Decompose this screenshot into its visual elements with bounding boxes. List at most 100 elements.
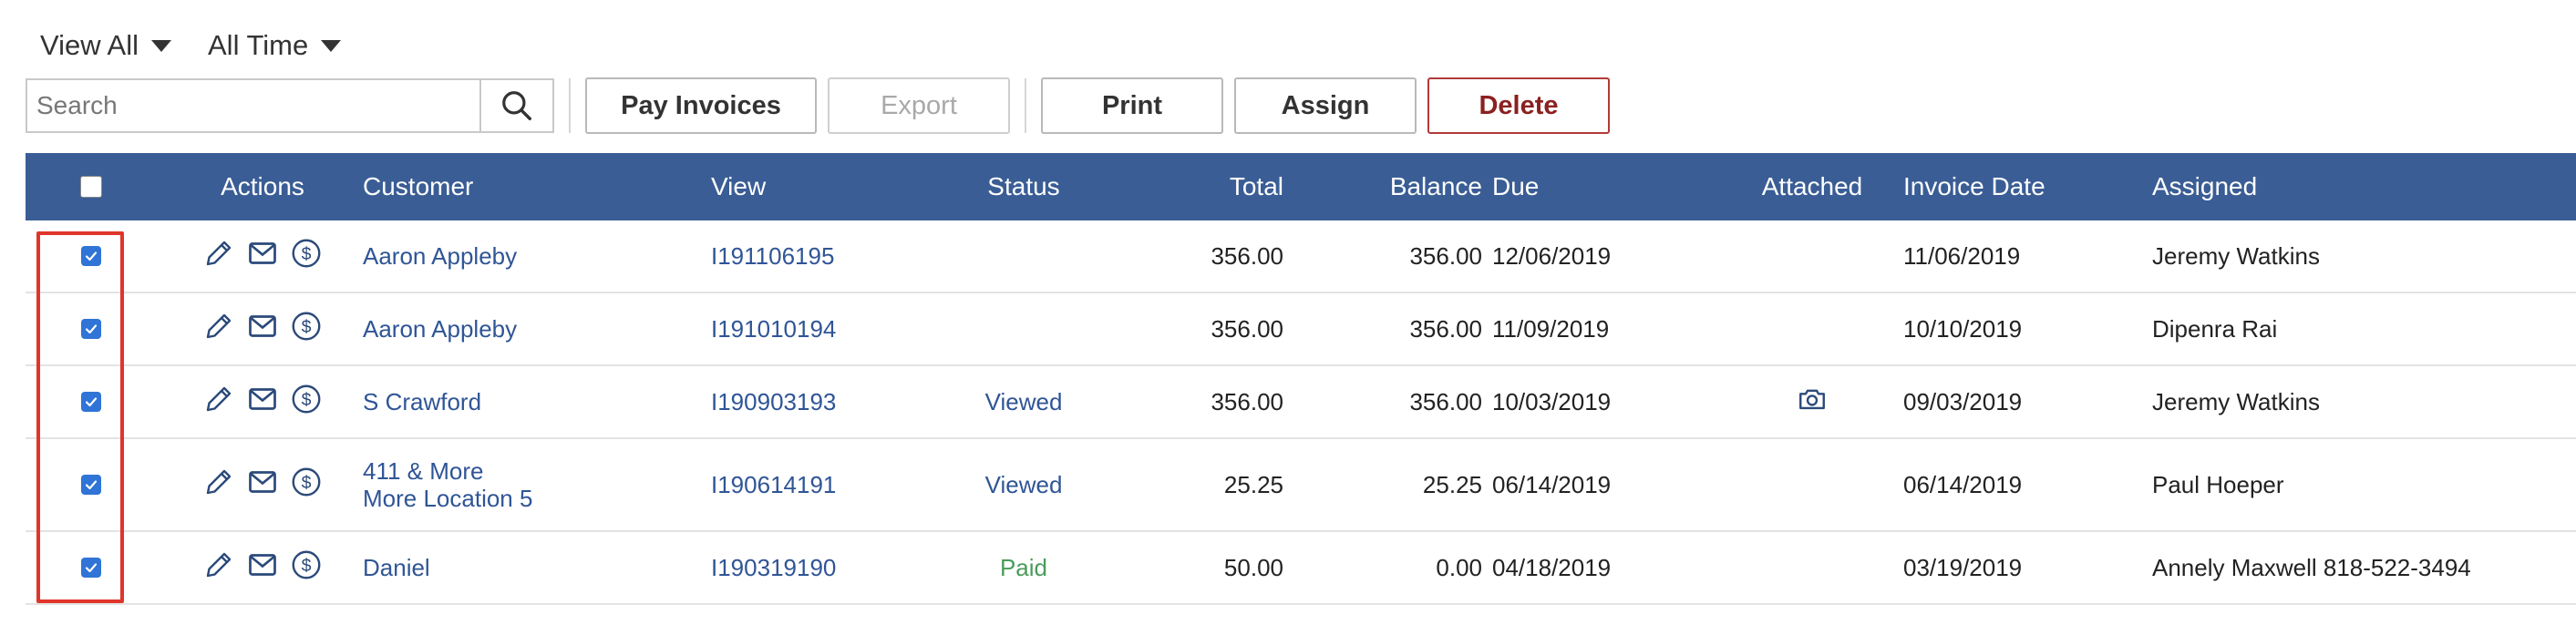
total-value: 356.00 [1211,314,1283,343]
edit-icon[interactable] [202,310,235,349]
customer-location-link[interactable]: More Location 5 [363,485,532,512]
table-row: $ Aaron Appleby I191010194 356.00 356.00 11/0… [26,293,2576,366]
total-value: 50.00 [1223,553,1283,581]
print-button[interactable]: Print [1041,77,1223,134]
dollar-icon[interactable]: $ [290,466,323,505]
header-actions: Actions [221,172,304,200]
view-filter-label: View All [40,29,139,61]
table-header: Actions Customer View Status Total Balan… [26,153,2576,220]
dollar-icon[interactable]: $ [290,310,323,349]
chevron-down-icon [321,39,342,52]
row-customer-cell: Aaron Appleby [363,293,517,364]
balance-value: 0.00 [1436,553,1482,581]
email-icon[interactable] [246,548,279,588]
header-view[interactable]: View [711,153,766,220]
invoice-link[interactable]: I190319190 [711,532,836,603]
header-assigned[interactable]: Assigned [2152,153,2257,220]
customer-link[interactable]: S Crawford [363,388,481,415]
customer-link[interactable]: Daniel [363,554,430,581]
camera-icon[interactable] [1797,384,1828,421]
toolbar-divider [1025,78,1026,133]
row-actions-group: $ [202,383,323,422]
assigned-name: Paul Hoeper [2152,470,2284,498]
row-customer-cell: 411 & More More Location 5 [363,439,532,530]
assign-button[interactable]: Assign [1234,77,1417,134]
email-icon[interactable] [246,310,279,349]
table-row: $411 & More More Location 5 I190614191 View… [26,439,2576,532]
due-date: 12/06/2019 [1492,241,1612,270]
filter-bar: View All All Time [40,20,342,71]
search-input[interactable] [27,80,479,131]
customer-link[interactable]: 411 & More [363,457,483,485]
attached-cell [1730,439,1894,530]
row-actions-group: $ [202,310,323,349]
pay-invoices-button[interactable]: Pay Invoices [585,77,817,134]
svg-text:$: $ [302,472,312,492]
invoice-date: 03/19/2019 [1903,553,2023,581]
edit-icon[interactable] [202,548,235,588]
time-filter-label: All Time [208,29,309,61]
time-filter-dropdown[interactable]: All Time [208,29,342,62]
assigned-name: Jeremy Watkins [2152,387,2320,415]
status-text: Viewed [984,470,1063,498]
header-balance[interactable]: Balance [1338,153,1482,220]
svg-text:$: $ [302,316,312,336]
header-customer[interactable]: Customer [363,153,473,220]
balance-value: 25.25 [1422,470,1482,498]
status-text [946,293,1101,364]
invoice-date: 06/14/2019 [1903,470,2023,498]
header-attached[interactable]: Attached [1730,153,1894,220]
header-total[interactable]: Total [1147,153,1283,220]
select-all-cell [71,153,111,220]
customer-link[interactable]: Aaron Appleby [363,315,517,343]
header-due[interactable]: Due [1492,153,1539,220]
email-icon[interactable] [246,466,279,505]
edit-icon[interactable] [202,237,235,276]
invoice-link[interactable]: I191010194 [711,293,836,364]
row-actions-group: $ [202,548,323,588]
svg-text:$: $ [302,243,312,263]
edit-icon[interactable] [202,383,235,422]
edit-icon[interactable] [202,466,235,505]
dollar-icon[interactable]: $ [290,237,323,276]
row-customer-cell: S Crawford [363,366,481,437]
toolbar-divider [569,78,571,133]
assigned-name: Annely Maxwell 818-522-3494 [2152,553,2471,581]
status-text: Viewed [984,387,1063,415]
row-customer-cell: Daniel [363,532,430,603]
balance-value: 356.00 [1409,241,1482,270]
view-filter-dropdown[interactable]: View All [40,29,171,62]
status-text: Paid [999,553,1048,581]
total-value: 25.25 [1223,470,1283,498]
invoice-link[interactable]: I190614191 [711,439,836,530]
invoice-date: 10/10/2019 [1903,314,2023,343]
delete-button[interactable]: Delete [1427,77,1610,134]
attached-cell [1730,293,1894,364]
balance-value: 356.00 [1409,314,1482,343]
svg-text:$: $ [302,555,312,575]
table-row: $ S Crawford I190903193 Viewed 356.00 356.00 1… [26,366,2576,439]
header-status[interactable]: Status [946,153,1101,220]
dollar-icon[interactable]: $ [290,548,323,588]
row-actions: $ [171,439,354,530]
chevron-down-icon [151,39,171,52]
select-all-checkbox[interactable] [80,176,102,198]
dollar-icon[interactable]: $ [290,383,323,422]
table-row: $ Daniel I190319190 Paid 50.00 0.00 04/18/2019… [26,532,2576,605]
search-box [26,78,554,133]
invoice-table: Actions Customer View Status Total Balan… [26,153,2576,605]
svg-text:$: $ [302,389,312,409]
search-button[interactable] [479,80,552,131]
email-icon[interactable] [246,237,279,276]
customer-link[interactable]: Aaron Appleby [363,242,517,270]
invoice-link[interactable]: I191106195 [711,220,834,292]
header-invoice-date[interactable]: Invoice Date [1903,153,2045,220]
row-actions: $ [171,220,354,292]
row-actions: $ [171,366,354,437]
export-button[interactable]: Export [828,77,1010,134]
row-actions: $ [171,293,354,364]
invoice-link[interactable]: I190903193 [711,366,836,437]
attached-cell [1730,366,1894,437]
email-icon[interactable] [246,383,279,422]
total-value: 356.00 [1211,241,1283,270]
